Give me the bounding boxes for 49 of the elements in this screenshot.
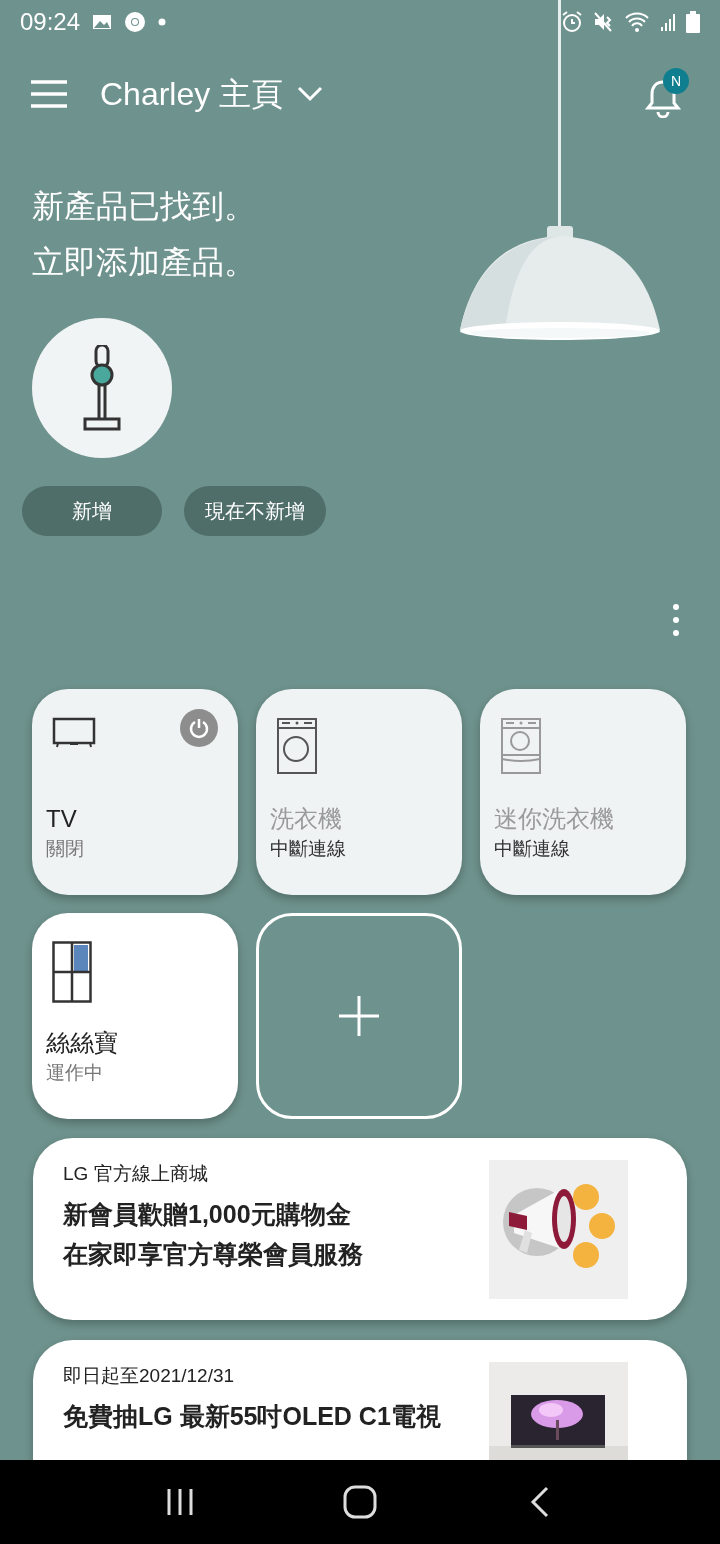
device-name: 洗衣機 bbox=[270, 804, 343, 834]
image-icon bbox=[92, 13, 113, 31]
vacuum-icon bbox=[82, 345, 122, 431]
device-status: 運作中 bbox=[46, 1061, 104, 1085]
menu-button[interactable] bbox=[30, 79, 68, 109]
promo-headline: 在家即享官方尊榮會員服務 bbox=[63, 1239, 363, 1270]
device-name: 絲絲寶 bbox=[46, 1028, 119, 1058]
device-name: 迷你洗衣機 bbox=[494, 804, 615, 834]
alarm-icon bbox=[560, 10, 584, 34]
washing-machine-icon bbox=[276, 717, 318, 775]
device-card[interactable]: 洗衣機 中斷連線 bbox=[256, 689, 462, 895]
promo-card[interactable]: 即日起至2021/12/31 免費抽LG 最新55吋OLED C1電視 bbox=[33, 1340, 687, 1462]
promo-kicker: LG 官方線上商城 bbox=[63, 1162, 209, 1186]
device-status: 中斷連線 bbox=[494, 837, 571, 861]
more-icon bbox=[673, 604, 679, 636]
add-device-button[interactable] bbox=[256, 913, 462, 1119]
device-name: TV bbox=[46, 804, 78, 834]
back-icon bbox=[530, 1486, 550, 1518]
promo-headline: 新會員歡贈1,000元購物金 bbox=[63, 1199, 352, 1230]
dot-icon bbox=[158, 18, 167, 26]
power-button[interactable] bbox=[180, 709, 218, 747]
signal-icon bbox=[660, 12, 678, 32]
plus-icon bbox=[337, 994, 381, 1038]
power-icon bbox=[188, 717, 210, 739]
tv-icon bbox=[52, 717, 96, 749]
recents-icon bbox=[165, 1487, 195, 1517]
notification-button[interactable]: N bbox=[645, 68, 693, 120]
promo-card[interactable]: LG 官方線上商城 新會員歡贈1,000元購物金 在家即享官方尊榮會員服務 bbox=[33, 1138, 687, 1320]
chevron-down-icon bbox=[297, 86, 324, 102]
home-icon bbox=[343, 1485, 377, 1519]
device-status: 中斷連線 bbox=[270, 837, 347, 861]
notification-badge: N bbox=[663, 68, 689, 94]
browser-icon bbox=[124, 11, 147, 33]
refrigerator-icon bbox=[52, 941, 92, 1003]
device-card[interactable]: TV 關閉 bbox=[32, 689, 238, 895]
device-card[interactable]: 絲絲寶 運作中 bbox=[32, 913, 238, 1119]
discovery-message: 立即添加產品。 bbox=[32, 243, 257, 282]
bell-icon bbox=[645, 78, 681, 118]
device-status: 關閉 bbox=[46, 837, 85, 861]
menu-icon bbox=[30, 80, 68, 108]
skip-button[interactable]: 現在不新增 bbox=[184, 486, 326, 536]
promo-kicker: 即日起至2021/12/31 bbox=[63, 1364, 236, 1388]
device-card[interactable]: 迷你洗衣機 中斷連線 bbox=[480, 689, 686, 895]
promo-headline: 免費抽LG 最新55吋OLED C1電視 bbox=[63, 1401, 441, 1432]
add-button[interactable]: 新增 bbox=[22, 486, 162, 536]
status-time: 09:24 bbox=[20, 7, 81, 37]
battery-icon bbox=[686, 11, 700, 33]
washing-machine-icon bbox=[500, 717, 542, 775]
discovery-message: 新產品已找到。 bbox=[32, 187, 257, 226]
